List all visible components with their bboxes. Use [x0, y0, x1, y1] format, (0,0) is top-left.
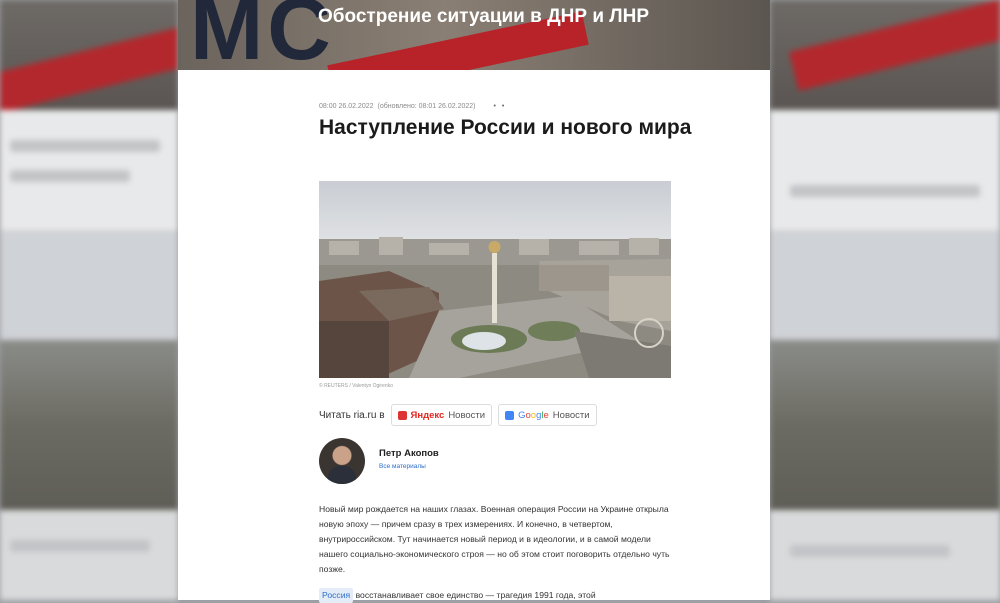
yandex-news-label: Новости	[448, 409, 486, 421]
read-on-label: Читать ria.ru в	[319, 409, 385, 421]
yandex-news-button[interactable]: Яндекс Новости	[390, 404, 493, 426]
photo-caption: © REUTERS / Valentyn Ogirenko	[319, 383, 393, 389]
google-brand: Google	[518, 409, 549, 421]
google-news-label: Новости	[552, 409, 590, 421]
article-body-paragraph: Новый мир рождается на наших глазах. Вое…	[319, 504, 670, 574]
blurred-background-right	[770, 0, 1000, 600]
yandex-news-icon	[397, 410, 407, 420]
section-header: МС Обострение ситуации в ДНР и ЛНР	[178, 0, 770, 70]
google-news-button[interactable]: Google Новости	[498, 404, 597, 426]
section-title[interactable]: Обострение ситуации в ДНР и ЛНР	[318, 4, 758, 29]
article-body-paragraph-2: Россия восстанавливает свое единство — т…	[319, 588, 671, 603]
share-dots[interactable]: • •	[494, 103, 507, 110]
article-photo[interactable]	[319, 181, 671, 378]
logo-letters: МС	[190, 0, 335, 70]
read-on-row: Читать ria.ru в Яндекс Новости Google Но…	[319, 404, 597, 426]
article-title: Наступление России и нового мира	[319, 116, 692, 139]
yandex-brand: Яндекс	[410, 409, 445, 421]
tag-link-russia[interactable]: Россия	[319, 588, 354, 603]
published-time: 08:00 26.02.2022	[319, 103, 374, 110]
author-all-materials-link[interactable]: Все материалы	[379, 463, 439, 470]
google-news-icon	[505, 410, 515, 420]
author-block: Петр Акопов Все материалы	[319, 438, 439, 484]
article-meta: 08:00 26.02.2022 (обновлено: 08:01 26.02…	[319, 103, 506, 110]
paragraph-2-text: восстанавливает свое единство — трагедия…	[355, 590, 596, 600]
author-avatar[interactable]	[319, 438, 365, 484]
article-card: 08:00 26.02.2022 (обновлено: 08:01 26.02…	[178, 70, 770, 603]
updated-time: (обновлено: 08:01 26.02.2022)	[377, 103, 476, 110]
author-name[interactable]: Петр Акопов	[379, 448, 439, 459]
blurred-background-left	[0, 0, 178, 600]
